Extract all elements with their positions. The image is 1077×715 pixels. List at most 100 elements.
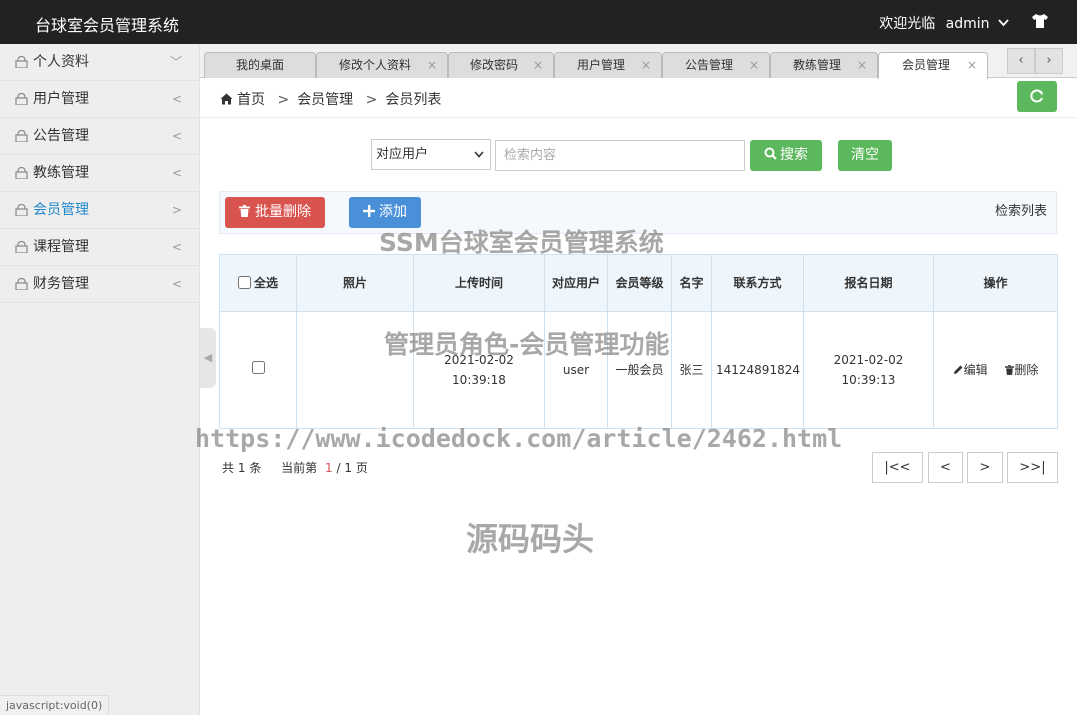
total-pages: 1 [344,461,352,475]
tab-scroll-right-button[interactable]: › [1035,48,1063,74]
sidebar-item-label: 财务管理 [33,276,89,292]
status-bar-url: javascript:void(0) [0,695,110,715]
sidebar-item-courses[interactable]: 课程管理 < [0,229,199,266]
user-menu[interactable]: 欢迎光临 admin [879,13,1009,33]
clear-button[interactable]: 清空 [838,140,892,171]
pager-text: / [336,461,341,475]
edit-link[interactable]: 编辑 [953,363,992,377]
search-field-select[interactable]: 对应用户 [371,139,491,170]
breadcrumb-separator: > [365,92,378,108]
edit-label: 编辑 [963,363,988,377]
sidebar-item-profile[interactable]: 个人资料 ﹀ [0,44,199,81]
pager-text: 页 [355,461,368,475]
sidebar: 个人资料 ﹀ 用户管理 < 公告管理 < 教练管理 < 会员管理 > 课程管理 … [0,44,200,715]
theme-shirt-icon[interactable] [1031,12,1049,30]
next-page-button[interactable]: > [967,452,1003,483]
name-cell: 张三 [671,311,712,429]
delete-link[interactable]: 删除 [1005,363,1038,377]
sidebar-item-label: 教练管理 [33,165,89,181]
table-header-row: 全选 照片 上传时间 对应用户 会员等级 名字 联系方式 报名日期 操作 [219,254,1058,312]
column-header: 联系方式 [711,254,804,312]
tab-edit-profile[interactable]: 修改个人资料 × [316,52,448,78]
current-page: 1 [325,461,333,475]
refresh-icon [1030,89,1043,103]
table-row: 2021-02-02 10:39:18 user 一般会员 张三 1412489… [219,311,1058,429]
tab-users[interactable]: 用户管理 × [554,52,662,78]
row-select-cell [219,311,297,429]
tab-change-password[interactable]: 修改密码 × [448,52,554,78]
search-button[interactable]: 搜索 [750,140,822,171]
select-all-header[interactable]: 全选 [219,254,297,312]
pager-info: 共 1 条 当前第 1 / 1 页 [222,459,368,476]
sidebar-item-label: 公告管理 [33,128,89,144]
add-button-label: 添加 [379,204,407,220]
lock-icon [15,56,28,68]
column-header: 操作 [933,254,1058,312]
chevron-left-icon: < [171,92,182,106]
close-icon[interactable]: × [641,53,651,78]
lock-icon [15,93,28,105]
delete-label: 删除 [1014,363,1039,377]
search-input[interactable] [495,140,745,171]
chevron-left-icon: < [171,240,182,254]
tab-coaches[interactable]: 教练管理 × [770,52,878,78]
tab-members[interactable]: 会员管理 × [878,52,988,79]
sidebar-item-members[interactable]: 会员管理 > [0,192,199,229]
user-cell: user [544,311,608,429]
select-all-label: 全选 [253,276,278,290]
column-header: 对应用户 [544,254,608,312]
close-icon[interactable]: × [749,53,759,78]
search-button-label: 搜索 [780,147,808,163]
table-toolbar [219,191,1057,234]
select-value: 对应用户 [376,147,429,162]
close-icon[interactable]: × [533,53,543,78]
column-header: 报名日期 [803,254,934,312]
sidebar-item-coaches[interactable]: 教练管理 < [0,155,199,192]
pager-text: 条 [249,461,262,475]
refresh-button[interactable] [1017,81,1057,112]
tab-label: 修改密码 [469,58,518,72]
level-cell: 一般会员 [607,311,672,429]
username[interactable]: admin [946,16,990,32]
chevron-left-icon: < [171,277,182,291]
lock-icon [15,278,28,290]
lock-icon [15,204,28,216]
pager-text: 共 [222,461,235,475]
breadcrumb-home[interactable]: 首页 [237,92,265,108]
batch-delete-button[interactable]: 批量删除 [225,197,325,228]
total-count: 1 [237,461,246,475]
select-all-checkbox[interactable] [237,276,251,289]
sidebar-item-users[interactable]: 用户管理 < [0,81,199,118]
first-page-button[interactable]: |<< [872,452,923,483]
photo-cell [296,311,414,429]
breadcrumb-section[interactable]: 会员管理 [297,92,353,108]
tabs-bar: 我的桌面 修改个人资料 × 修改密码 × 用户管理 × 公告管理 × 教练管理 … [200,44,1077,79]
close-icon[interactable]: × [857,53,867,78]
member-table: 全选 照片 上传时间 对应用户 会员等级 名字 联系方式 报名日期 操作 202… [219,254,1058,429]
top-bar: 台球室会员管理系统 欢迎光临 admin [0,0,1077,44]
trash-icon [239,205,250,217]
breadcrumb-separator: > [277,92,290,108]
add-button[interactable]: 添加 [349,197,421,228]
column-header: 会员等级 [607,254,672,312]
list-title: 检索列表 [995,204,1048,219]
tab-scroll-left-button[interactable]: ‹ [1007,48,1035,74]
prev-page-button[interactable]: < [928,452,963,483]
row-checkbox[interactable] [251,361,265,374]
last-page-button[interactable]: >>| [1007,452,1058,483]
column-header: 上传时间 [413,254,545,312]
breadcrumb-current: 会员列表 [385,92,442,108]
sidebar-item-announcements[interactable]: 公告管理 < [0,118,199,155]
close-icon[interactable]: × [427,53,437,78]
tab-announcements[interactable]: 公告管理 × [662,52,770,78]
actions-cell: 编辑 删除 [933,311,1058,429]
tab-label: 公告管理 [684,58,733,72]
sidebar-collapse-toggle[interactable]: ◀ [200,328,216,388]
chevron-down-icon [998,19,1009,27]
tab-label: 教练管理 [792,58,841,72]
tab-desktop[interactable]: 我的桌面 [204,52,316,78]
sidebar-item-label: 用户管理 [33,91,89,107]
clear-button-label: 清空 [851,147,879,163]
close-icon[interactable]: × [967,53,977,78]
sidebar-item-finance[interactable]: 财务管理 < [0,266,199,303]
